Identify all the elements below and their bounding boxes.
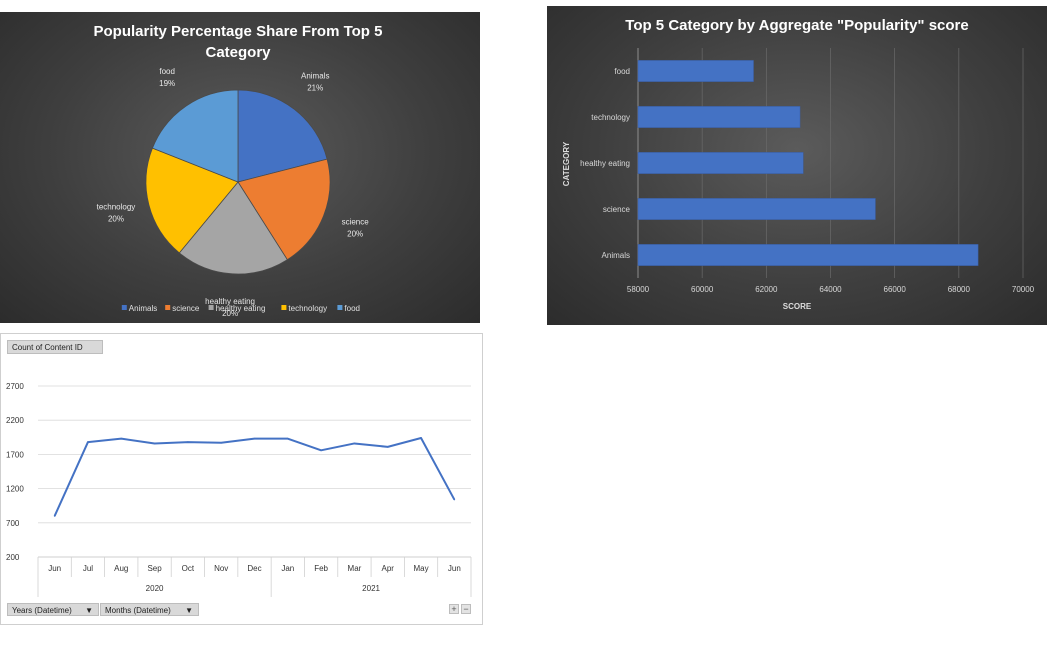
line-y-tick-1200: 1200 (6, 485, 24, 494)
legend-swatch-animals (121, 305, 127, 310)
legend-label-animals: Animals (129, 304, 157, 313)
bar-chart-x-axis-label: SCORE (783, 302, 812, 311)
line-point-7 (287, 437, 289, 440)
pie-label-science: science (342, 217, 370, 226)
line-x-tick-sep-3: Sep (147, 564, 162, 573)
years-datetime-filter-button[interactable]: Years (Datetime) ▼ (7, 603, 99, 616)
line-x-tick-jul-1: Jul (83, 564, 93, 573)
line-chart: 2700 2200 1700 1200 700 200 Jun Jul Aug Sep Oct Nov… (6, 382, 472, 597)
bar-y-tick-healthy-eating: healthy eating (580, 159, 630, 168)
pie-chart-panel: Popularity Percentage Share From Top 5 C… (0, 12, 480, 323)
bar-y-tick-science: science (603, 205, 631, 214)
bar-healthy-eating (637, 152, 804, 174)
dropdown-arrow-icon: ▼ (185, 606, 193, 615)
line-point-4 (187, 441, 189, 443)
line-x-tick-jun-12: Jun (448, 564, 461, 573)
line-x-tick-jun-0: Jun (48, 564, 61, 573)
bar-science (637, 198, 876, 220)
bar-x-tick-58000: 58000 (627, 285, 650, 294)
line-x-tick-feb-8: Feb (314, 564, 328, 573)
bar-x-tick-60000: 60000 (691, 285, 714, 294)
legend-label-science: science (172, 304, 200, 313)
legend-swatch-science (165, 305, 171, 310)
line-point-0 (53, 515, 56, 517)
line-y-tick-2200: 2200 (6, 416, 24, 425)
bar-chart: Top 5 Category by Aggregate "Popularity"… (562, 17, 1035, 311)
line-point-12 (453, 498, 456, 501)
line-point-3 (153, 442, 156, 445)
bar-y-tick-food: food (614, 67, 630, 76)
legend-swatch-healthy-eating (208, 305, 214, 310)
line-x-tick-may-11: May (413, 564, 428, 573)
bar-food (637, 60, 754, 82)
line-x-tick-mar-9: Mar (348, 564, 362, 573)
line-x-tick-oct-4: Oct (182, 564, 195, 573)
line-point-9 (353, 442, 356, 445)
bar-x-tick-70000: 70000 (1012, 285, 1035, 294)
line-point-2 (120, 437, 123, 440)
line-x-tick-dec-6: Dec (247, 564, 261, 573)
line-point-6 (253, 437, 256, 440)
bar-chart-y-axis-label: CATEGORY (562, 141, 571, 186)
pie-chart: Popularity Percentage Share From Top 5 C… (94, 23, 383, 318)
bar-y-tick-animals: Animals (602, 251, 630, 260)
line-y-tick-200: 200 (6, 553, 20, 562)
bar-x-tick-68000: 68000 (948, 285, 971, 294)
bar-y-tick-technology: technology (591, 113, 630, 122)
line-x-tick-apr-10: Apr (382, 564, 395, 573)
line-x-tick-jan-7: Jan (281, 564, 294, 573)
minus-icon: − (463, 604, 469, 614)
bar-technology (637, 106, 801, 128)
pie-label-food: food (159, 67, 175, 76)
line-y-tick-1700: 1700 (6, 450, 24, 459)
line-chart-panel: Count of Content ID 2700 2200 1700 1200 700 2… (0, 333, 483, 625)
collapse-field-button[interactable]: − (461, 604, 471, 614)
line-y-tick-700: 700 (6, 519, 20, 528)
line-point-1 (87, 441, 89, 443)
pie-value-technology: 20% (108, 214, 124, 223)
pie-label-technology: technology (97, 202, 136, 211)
months-datetime-label: Months (Datetime) (105, 606, 171, 615)
legend-swatch-technology (281, 305, 287, 310)
line-year-label-2020: 2020 (146, 584, 164, 593)
pie-label-animals: Animals (301, 71, 329, 80)
legend-swatch-food (337, 305, 343, 310)
bar-x-tick-64000: 64000 (819, 285, 842, 294)
line-point-5 (220, 441, 222, 444)
bar-chart-panel: Top 5 Category by Aggregate "Popularity"… (547, 6, 1047, 325)
line-year-label-2021: 2021 (362, 584, 380, 593)
pie-value-food: 19% (159, 79, 175, 88)
plus-icon: + (451, 604, 457, 614)
legend-label-healthy-eating: healthy eating (216, 304, 266, 313)
bar-animals (637, 244, 979, 266)
pie-value-science: 20% (347, 229, 363, 238)
line-series-count-of-content-id (53, 436, 456, 517)
legend-label-food: food (344, 304, 360, 313)
expand-field-button[interactable]: + (449, 604, 459, 614)
dropdown-arrow-icon: ▼ (85, 606, 93, 615)
bar-chart-title: Top 5 Category by Aggregate "Popularity"… (625, 17, 968, 34)
line-point-10 (386, 446, 389, 448)
line-x-tick-aug-2: Aug (114, 564, 128, 573)
line-y-tick-2700: 2700 (6, 382, 24, 391)
pie-chart-title-line1: Popularity Percentage Share From Top 5 (94, 23, 383, 40)
pie-chart-title-line2: Category (205, 44, 271, 61)
bar-x-tick-62000: 62000 (755, 285, 778, 294)
pie-value-animals: 21% (307, 83, 323, 92)
line-x-tick-nov-5: Nov (214, 564, 228, 573)
line-point-8 (320, 449, 322, 452)
months-datetime-filter-button[interactable]: Months (Datetime) ▼ (100, 603, 199, 616)
legend-label-technology: technology (288, 304, 327, 313)
bar-x-tick-66000: 66000 (884, 285, 907, 294)
line-point-11 (420, 437, 422, 439)
years-datetime-label: Years (Datetime) (12, 606, 72, 615)
